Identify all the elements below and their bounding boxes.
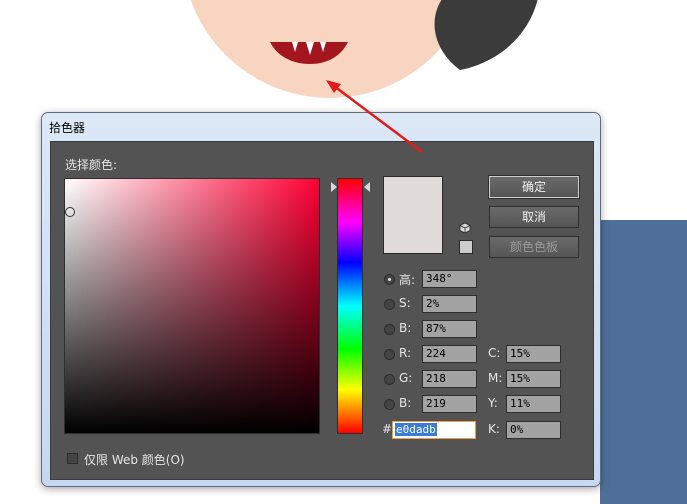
blue-input[interactable]: 219 [422, 395, 477, 413]
magenta-input[interactable]: 15% [506, 370, 561, 388]
radio-red[interactable] [384, 349, 395, 360]
green-label: G: [399, 371, 413, 385]
hue-input[interactable]: 348° [422, 270, 477, 288]
hue-slider[interactable] [337, 178, 363, 434]
magenta-label: M: [488, 371, 503, 385]
blue-label: B: [399, 396, 412, 410]
radio-saturation[interactable] [384, 299, 395, 310]
color-swatches-button[interactable]: 颜色色板 [489, 236, 579, 258]
cartoon-hair [434, 0, 538, 70]
red-label: R: [399, 346, 412, 360]
web-only-checkbox[interactable] [67, 453, 78, 464]
brightness-label: B: [399, 321, 412, 335]
brightness-input[interactable]: 87% [422, 320, 477, 338]
radio-blue[interactable] [384, 399, 395, 410]
background-blue-strip [600, 220, 687, 504]
web-only-label: 仅限 Web 颜色(O) [84, 453, 185, 467]
cube-icon[interactable] [459, 222, 471, 234]
dialog-titlebar[interactable]: 拾色器 [42, 113, 600, 141]
hex-input[interactable]: e0dadb [392, 421, 476, 439]
saturation-input[interactable]: 2% [422, 295, 477, 313]
green-input[interactable]: 218 [422, 370, 477, 388]
color-picker-dialog: 拾色器 选择颜色: 确定 取消 颜色色板 高: 348° S: 2% B: 87… [41, 112, 601, 487]
saturation-label: S: [399, 296, 411, 310]
hue-slider-right-arrow[interactable] [364, 182, 370, 192]
ok-button[interactable]: 确定 [488, 175, 580, 199]
radio-hue[interactable] [384, 274, 395, 285]
field-label: 选择颜色: [65, 158, 118, 172]
radio-green[interactable] [384, 374, 395, 385]
hue-label: 高: [399, 273, 416, 287]
yellow-label: Y: [488, 396, 498, 410]
yellow-input[interactable]: 11% [506, 395, 561, 413]
dialog-client-area: 选择颜色: 确定 取消 颜色色板 高: 348° S: 2% B: 87% R:… [50, 141, 594, 480]
cyan-label: C: [488, 346, 501, 360]
web-safe-swatch[interactable] [459, 240, 473, 254]
hex-label: # [382, 422, 393, 436]
black-label: K: [488, 422, 500, 436]
hex-value-selected: e0dadb [395, 423, 437, 436]
red-input[interactable]: 224 [422, 345, 477, 363]
black-input[interactable]: 0% [506, 421, 561, 439]
radio-brightness[interactable] [384, 324, 395, 335]
dialog-title: 拾色器 [49, 121, 86, 135]
cancel-button[interactable]: 取消 [489, 206, 579, 228]
cyan-input[interactable]: 15% [506, 345, 561, 363]
saturation-brightness-field[interactable] [64, 178, 320, 434]
current-color-swatch [383, 176, 443, 254]
color-field-cursor[interactable] [65, 207, 75, 217]
